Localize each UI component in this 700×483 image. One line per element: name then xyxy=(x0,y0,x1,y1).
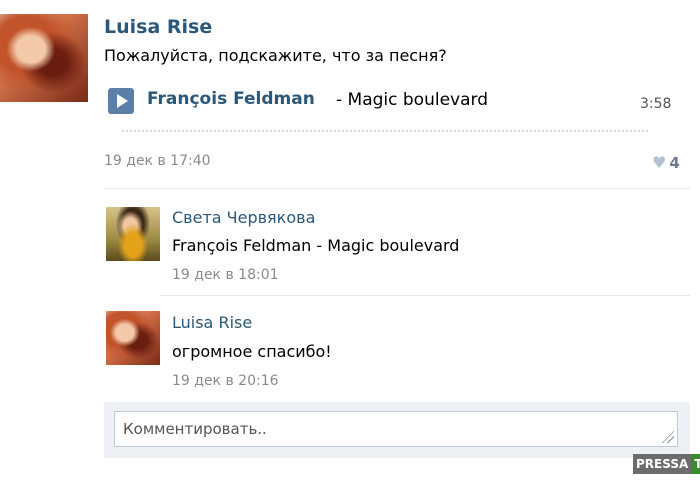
post-author-name[interactable]: Luisa Rise xyxy=(104,16,212,38)
divider xyxy=(160,295,690,296)
author-avatar[interactable] xyxy=(0,14,88,102)
comment-date[interactable]: 19 дек в 18:01 xyxy=(172,267,279,283)
post-date[interactable]: 19 дек в 17:40 xyxy=(104,153,211,169)
watermark-logo: PRESSATV xyxy=(633,453,700,475)
comment-text: огромное спасибо! xyxy=(172,342,332,361)
like-count: 4 xyxy=(669,154,680,172)
comment-date[interactable]: 19 дек в 20:16 xyxy=(172,373,279,389)
divider xyxy=(122,130,648,132)
comment-author-name[interactable]: Света Червякова xyxy=(172,208,315,227)
audio-duration: 3:58 xyxy=(640,96,672,112)
audio-artist-link[interactable]: François Feldman xyxy=(147,89,315,109)
comment-text: François Feldman - Magic boulevard xyxy=(172,236,460,255)
heart-icon: ♥ xyxy=(652,153,667,172)
like-button[interactable]: ♥ 4 xyxy=(652,153,680,172)
watermark-part1: PRESSA xyxy=(633,454,692,474)
play-icon[interactable] xyxy=(108,88,134,114)
comment-avatar[interactable] xyxy=(106,311,160,365)
comment-author-name[interactable]: Luisa Rise xyxy=(172,313,252,332)
divider xyxy=(104,188,690,189)
watermark-part2: TV xyxy=(691,454,700,474)
comment-avatar[interactable] xyxy=(106,207,160,261)
post-text: Пожалуйста, подскажите, что за песня? xyxy=(104,46,447,65)
comment-input[interactable] xyxy=(114,411,678,447)
resize-handle-icon[interactable] xyxy=(662,431,674,443)
audio-title: - Magic boulevard xyxy=(336,90,488,110)
